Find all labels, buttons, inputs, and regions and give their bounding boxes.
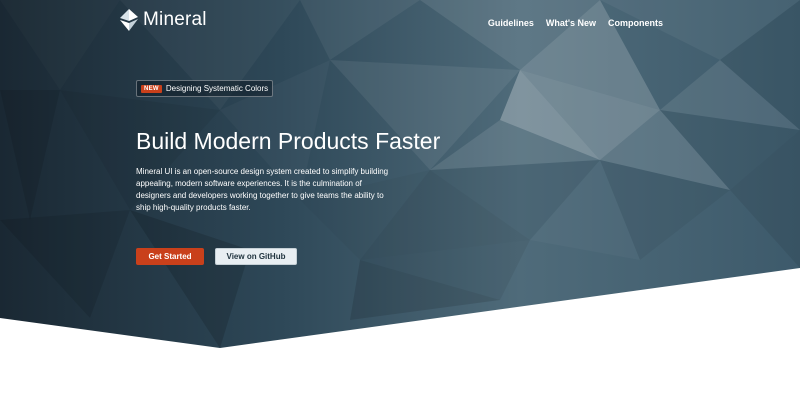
announcement-text: Designing Systematic Colors [165, 84, 269, 93]
top-navigation: Mineral Guidelines What's New Components [0, 0, 800, 50]
nav-link-whats-new[interactable]: What's New [546, 18, 596, 28]
brand-logo-link[interactable]: Mineral [120, 9, 207, 31]
mineral-logo-icon [120, 9, 138, 31]
new-badge: NEW [141, 84, 162, 93]
hero-description: Mineral UI is an open-source design syst… [136, 167, 389, 212]
main-nav: Guidelines What's New Components [488, 18, 663, 28]
announcement-link[interactable]: NEW Designing Systematic Colors [136, 80, 274, 97]
brand-name: Mineral [143, 9, 207, 30]
nav-link-components[interactable]: Components [608, 18, 663, 28]
get-started-button[interactable]: Get Started [136, 248, 204, 265]
view-on-github-button[interactable]: View on GitHub [215, 248, 297, 265]
hero-section: Mineral Guidelines What's New Components… [0, 0, 800, 400]
hero-title: Build Modern Products Faster [136, 128, 441, 154]
low-poly-background [0, 0, 800, 348]
nav-link-guidelines[interactable]: Guidelines [488, 18, 534, 28]
